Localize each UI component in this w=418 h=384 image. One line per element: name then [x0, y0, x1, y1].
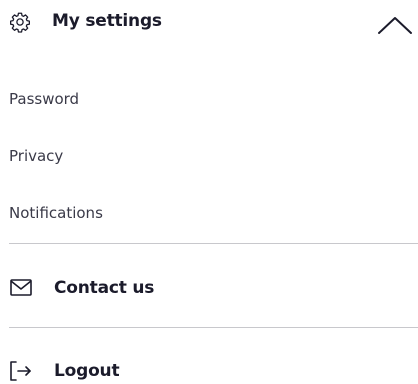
my-settings-header[interactable]: My settings: [0, 0, 418, 44]
my-settings-title: My settings: [52, 11, 162, 31]
envelope-icon: [10, 279, 32, 296]
notifications-link[interactable]: Notifications: [9, 203, 103, 223]
password-link[interactable]: Password: [9, 89, 79, 109]
logout-label: Logout: [54, 361, 120, 381]
contact-us-label: Contact us: [54, 278, 155, 298]
divider: [9, 243, 418, 244]
account-menu-panel: My settings Password Privacy Notificatio…: [0, 0, 418, 384]
gear-icon: [10, 12, 30, 33]
chevron-up-icon[interactable]: [376, 14, 414, 36]
logout-icon: [10, 361, 31, 381]
divider: [9, 327, 418, 328]
privacy-link[interactable]: Privacy: [9, 146, 63, 166]
